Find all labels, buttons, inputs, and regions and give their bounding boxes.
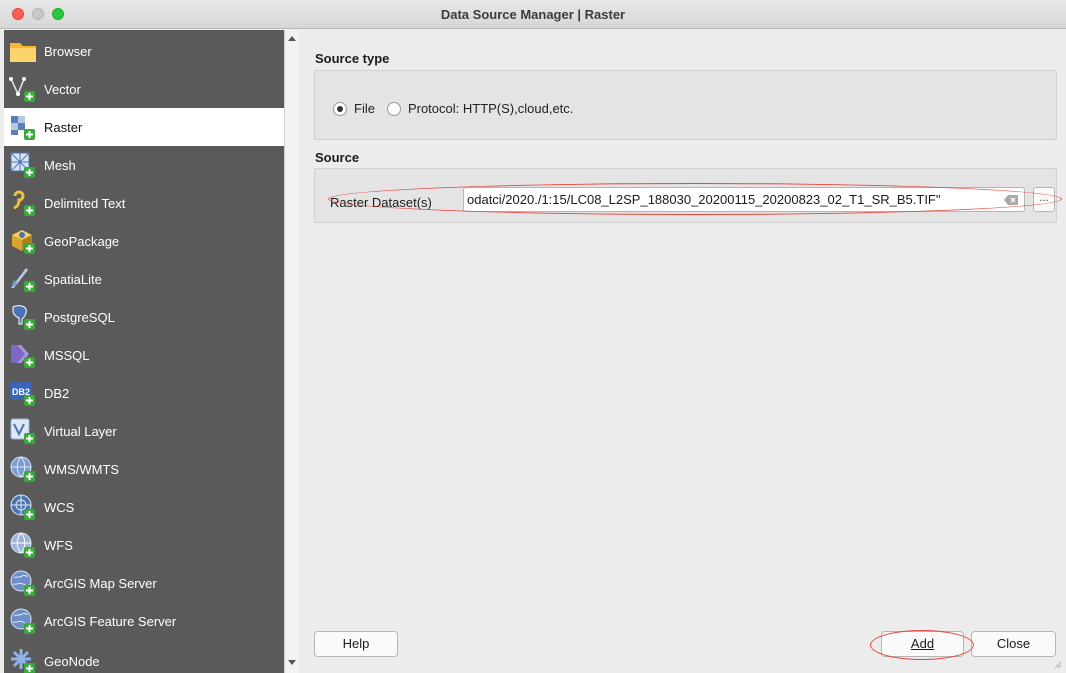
globe-icon bbox=[8, 492, 38, 522]
vector-icon bbox=[8, 74, 38, 104]
geonode-icon bbox=[8, 646, 38, 673]
sidebar-item-db2[interactable]: DB2 DB2 bbox=[4, 374, 284, 412]
add-button[interactable]: Add bbox=[881, 631, 964, 657]
globe-icon bbox=[8, 606, 38, 636]
sidebar-item-browser[interactable]: Browser bbox=[4, 32, 284, 70]
sidebar-item-label: Virtual Layer bbox=[44, 423, 117, 439]
sidebar-item-wfs[interactable]: WFS bbox=[4, 526, 284, 564]
sidebar-item-geopackage[interactable]: GeoPackage bbox=[4, 222, 284, 260]
window-title: Data Source Manager | Raster bbox=[440, 7, 626, 22]
sidebar-scrollbar[interactable] bbox=[284, 30, 299, 673]
help-button[interactable]: Help bbox=[314, 631, 398, 657]
sidebar: Browser Vector Raster Mesh Delimited Tex… bbox=[4, 30, 284, 673]
title-bar: Data Source Manager | Raster bbox=[0, 0, 1066, 29]
globe-icon bbox=[8, 568, 38, 598]
spatialite-icon bbox=[8, 264, 38, 294]
sidebar-item-label: Mesh bbox=[44, 157, 76, 173]
browse-button[interactable]: ... bbox=[1033, 187, 1055, 212]
sidebar-item-wms-wmts[interactable]: WMS/WMTS bbox=[4, 450, 284, 488]
file-radio-label[interactable]: File bbox=[354, 101, 375, 116]
sidebar-item-label: GeoPackage bbox=[44, 233, 120, 249]
sidebar-item-label: WFS bbox=[44, 537, 73, 553]
scroll-thumb[interactable] bbox=[288, 46, 296, 646]
raster-dataset-input[interactable]: odatci/2020./1:15/LC08_L2SP_188030_20200… bbox=[463, 187, 1025, 212]
sidebar-item-mesh[interactable]: Mesh bbox=[4, 146, 284, 184]
sidebar-item-raster[interactable]: Raster bbox=[4, 108, 284, 146]
sidebar-item-label: SpatiaLite bbox=[44, 271, 102, 287]
delimited-text-icon bbox=[8, 188, 38, 218]
postgresql-icon bbox=[8, 302, 38, 332]
close-button[interactable]: Close bbox=[971, 631, 1056, 657]
sidebar-item-label: DB2 bbox=[44, 385, 70, 401]
scroll-up-icon[interactable] bbox=[288, 36, 296, 41]
sidebar-item-arcgis-map-server[interactable]: ArcGIS Map Server bbox=[4, 564, 284, 602]
source-title: Source bbox=[315, 150, 360, 165]
sidebar-item-wcs[interactable]: WCS bbox=[4, 488, 284, 526]
sidebar-item-label: Raster bbox=[44, 119, 83, 135]
source-type-group: File Protocol: HTTP(S),cloud,etc. bbox=[314, 70, 1057, 140]
scroll-down-icon[interactable] bbox=[288, 660, 296, 665]
raster-dataset-label: Raster Dataset(s) bbox=[330, 195, 432, 210]
folder-icon bbox=[8, 36, 38, 66]
sidebar-item-label: ArcGIS Feature Server bbox=[44, 613, 177, 629]
data-source-manager-window: Data Source Manager | Raster Browser Vec… bbox=[0, 0, 1066, 673]
sidebar-item-virtual-layer[interactable]: Virtual Layer bbox=[4, 412, 284, 450]
protocol-radio[interactable] bbox=[386, 101, 401, 116]
sidebar-item-delimited-text[interactable]: Delimited Text bbox=[4, 184, 284, 222]
add-button-label: Add bbox=[910, 636, 935, 651]
db2-icon: DB2 bbox=[8, 378, 38, 408]
virtual-layer-icon bbox=[8, 416, 38, 446]
geopackage-icon bbox=[8, 226, 38, 256]
sidebar-item-arcgis-feature-server[interactable]: ArcGIS Feature Server bbox=[4, 602, 284, 640]
sidebar-item-vector[interactable]: Vector bbox=[4, 70, 284, 108]
sidebar-item-label: Vector bbox=[44, 81, 81, 97]
sidebar-item-label: Delimited Text bbox=[44, 195, 126, 211]
sidebar-item-label: GeoNode bbox=[44, 653, 100, 669]
main-panel: Source type File Protocol: HTTP(S),cloud… bbox=[300, 30, 1066, 673]
protocol-radio-label[interactable]: Protocol: HTTP(S),cloud,etc. bbox=[408, 101, 573, 116]
sidebar-item-label: MSSQL bbox=[44, 347, 90, 363]
resize-grip-icon[interactable] bbox=[1052, 659, 1062, 669]
sidebar-item-mssql[interactable]: MSSQL bbox=[4, 336, 284, 374]
sidebar-item-label: ArcGIS Map Server bbox=[44, 575, 157, 591]
sidebar-item-label: WMS/WMTS bbox=[44, 461, 120, 477]
sidebar-item-geonode[interactable]: GeoNode bbox=[4, 642, 284, 673]
mesh-icon bbox=[8, 150, 38, 180]
globe-icon bbox=[8, 454, 38, 484]
sidebar-item-postgresql[interactable]: PostgreSQL bbox=[4, 298, 284, 336]
file-radio[interactable] bbox=[333, 101, 347, 116]
clear-input-icon[interactable] bbox=[1003, 193, 1019, 205]
sidebar-item-label: WCS bbox=[44, 499, 75, 515]
source-group: Raster Dataset(s) odatci/2020./1:15/LC08… bbox=[314, 168, 1062, 223]
sidebar-item-label: PostgreSQL bbox=[44, 309, 115, 325]
globe-icon bbox=[8, 530, 38, 560]
raster-icon bbox=[8, 112, 38, 142]
sidebar-item-spatialite[interactable]: SpatiaLite bbox=[4, 260, 284, 298]
source-type-options: File Protocol: HTTP(S),cloud,etc. bbox=[333, 101, 585, 116]
sidebar-item-label: Browser bbox=[44, 43, 92, 59]
mssql-icon bbox=[8, 340, 38, 370]
source-type-title: Source type bbox=[315, 51, 390, 66]
